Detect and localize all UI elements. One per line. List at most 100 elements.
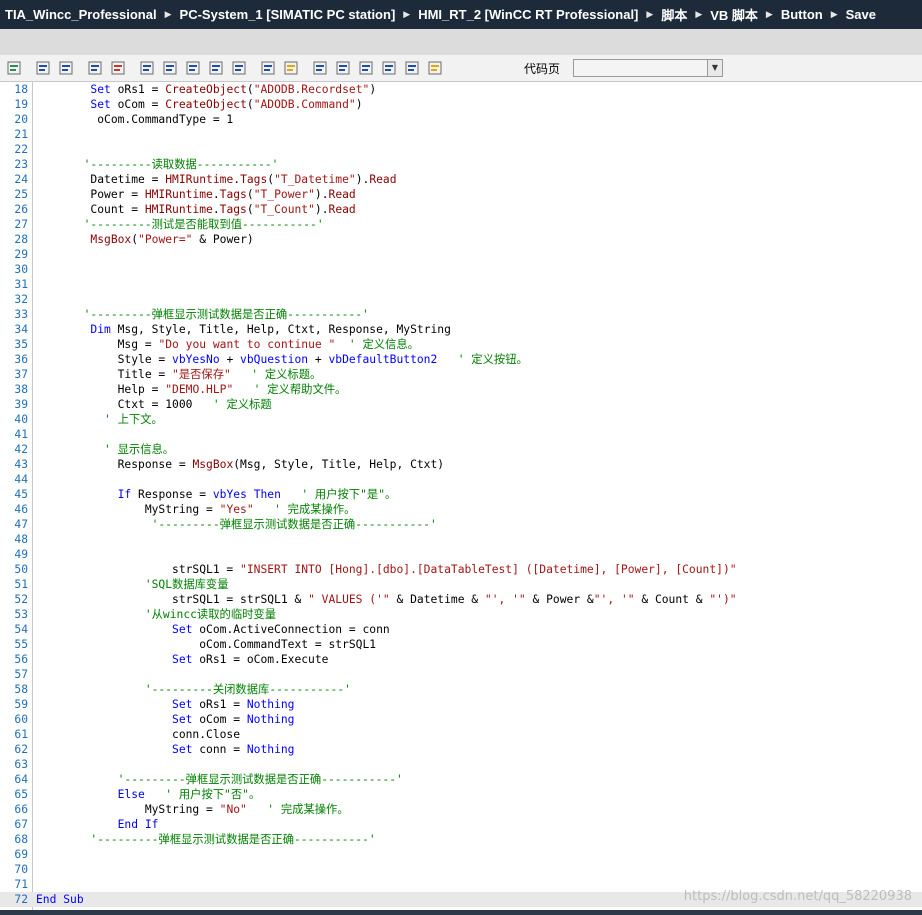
code-line[interactable]: 40 ' 上下文。 [0,412,922,427]
code-editor[interactable]: 18 Set oRs1 = CreateObject("ADODB.Record… [0,82,922,910]
code-line[interactable]: 62 Set conn = Nothing [0,742,922,757]
code-line[interactable]: 51 'SQL数据库变量 [0,577,922,592]
code-line[interactable]: 45 If Response = vbYes Then ' 用户按下"是"。 [0,487,922,502]
code-line[interactable]: 65 Else ' 用户按下"否"。 [0,787,922,802]
breadcrumb-item[interactable]: 脚本 [656,5,692,24]
code-line[interactable]: 39 Ctxt = 1000 ' 定义标题 [0,397,922,412]
line-number: 61 [14,728,28,741]
code-line[interactable]: 29 [0,247,922,262]
breadcrumb-separator-icon: ▶ [164,9,172,20]
export-icon[interactable] [333,58,353,78]
code-line[interactable]: 42 ' 显示信息。 [0,442,922,457]
code-line[interactable]: 70 [0,862,922,877]
code-line[interactable]: 48 [0,532,922,547]
clear-bookmarks-icon[interactable] [206,58,226,78]
code-line[interactable]: 22 [0,142,922,157]
code-line[interactable]: 63 [0,757,922,772]
table-icon[interactable] [310,58,330,78]
line-number: 24 [14,173,28,186]
breadcrumb-item[interactable]: HMI_RT_2 [WinCC RT Professional] [413,7,643,22]
code-line[interactable]: 47 '---------弹框显示测试数据是否正确-----------' [0,517,922,532]
code-line[interactable]: 24 Datetime = HMIRuntime.Tags("T_Datetim… [0,172,922,187]
code-line[interactable]: 21 [0,127,922,142]
codepage-select[interactable]: ▼ [573,59,723,77]
code-line[interactable]: 34 Dim Msg, Style, Title, Help, Ctxt, Re… [0,322,922,337]
chevron-down-icon[interactable]: ▼ [707,60,722,76]
line-text: Msg = "Do you want to continue " ' 定义信息。 [36,338,419,351]
line-number: 66 [14,803,28,816]
next-bookmark-icon[interactable] [183,58,203,78]
code-line[interactable]: 54 Set oCom.ActiveConnection = conn [0,622,922,637]
outdent-icon[interactable] [56,58,76,78]
code-line[interactable]: 66 MyString = "No" ' 完成某操作。 [0,802,922,817]
code-line[interactable]: 64 '---------弹框显示测试数据是否正确-----------' [0,772,922,787]
comment-icon[interactable] [229,58,249,78]
code-line[interactable]: 67 End If [0,817,922,832]
breadcrumb-item[interactable]: TIA_Wincc_Professional [0,7,162,22]
code-line[interactable]: 56 Set oRs1 = oCom.Execute [0,652,922,667]
code-line[interactable]: 52 strSQL1 = strSQL1 & " VALUES ('" & Da… [0,592,922,607]
highlight-icon[interactable] [281,58,301,78]
code-line[interactable]: 19 Set oCom = CreateObject("ADODB.Comman… [0,97,922,112]
breadcrumb-separator-icon: ▶ [695,9,703,20]
indent-icon[interactable] [33,58,53,78]
line-number: 42 [14,443,28,456]
code-line[interactable]: 41 [0,427,922,442]
list-icon[interactable] [85,58,105,78]
copy-icon[interactable] [402,58,422,78]
code-line[interactable]: 33 '---------弹框显示测试数据是否正确-----------' [0,307,922,322]
jump-icon[interactable] [108,58,128,78]
import-icon[interactable] [356,58,376,78]
code-line[interactable]: 38 Help = "DEMO.HLP" ' 定义帮助文件。 [0,382,922,397]
code-line[interactable]: 69 [0,847,922,862]
code-line[interactable]: 46 MyString = "Yes" ' 完成某操作。 [0,502,922,517]
line-number: 49 [14,548,28,561]
breadcrumb-item[interactable]: PC-System_1 [SIMATIC PC station] [175,7,401,22]
find-icon[interactable] [258,58,278,78]
code-line[interactable]: 26 Count = HMIRuntime.Tags("T_Count").Re… [0,202,922,217]
code-line[interactable]: 23 '---------读取数据-----------' [0,157,922,172]
line-number: 23 [14,158,28,171]
prev-bookmark-icon[interactable] [160,58,180,78]
code-line[interactable]: 31 [0,277,922,292]
line-text: Power = HMIRuntime.Tags("T_Power").Read [36,188,356,201]
code-line[interactable]: 36 Style = vbYesNo + vbQuestion + vbDefa… [0,352,922,367]
line-number: 68 [14,833,28,846]
code-line[interactable]: 30 [0,262,922,277]
code-line[interactable]: 35 Msg = "Do you want to continue " ' 定义… [0,337,922,352]
code-line[interactable]: 50 strSQL1 = "INSERT INTO [Hong].[dbo].[… [0,562,922,577]
check-syntax-icon[interactable] [4,58,24,78]
code-line[interactable]: 55 oCom.CommandText = strSQL1 [0,637,922,652]
code-line[interactable]: 27 '---------测试是否能取到值-----------' [0,217,922,232]
format-icon[interactable] [379,58,399,78]
code-line[interactable]: 44 [0,472,922,487]
bookmark-icon[interactable] [137,58,157,78]
breadcrumb-item[interactable]: Save [841,7,881,22]
line-number: 20 [14,113,28,126]
breadcrumb-item[interactable]: VB 脚本 [705,5,763,24]
code-line[interactable]: 20 oCom.CommandType = 1 [0,112,922,127]
line-number: 45 [14,488,28,501]
code-line[interactable]: 53 '从wincc读取的临时变量 [0,607,922,622]
code-line[interactable]: 58 '---------关闭数据库-----------' [0,682,922,697]
code-line[interactable]: 60 Set oCom = Nothing [0,712,922,727]
line-text: oCom.CommandText = strSQL1 [36,638,377,651]
settings-icon[interactable] [425,58,445,78]
code-line[interactable]: 28 MsgBox("Power=" & Power) [0,232,922,247]
line-text: Response = MsgBox(Msg, Style, Title, Hel… [36,458,445,471]
code-line[interactable]: 68 '---------弹框显示测试数据是否正确-----------' [0,832,922,847]
line-text: Set oCom = CreateObject("ADODB.Command") [90,98,363,111]
line-text: '---------弹框显示测试数据是否正确-----------' [151,518,437,531]
code-line[interactable]: 57 [0,667,922,682]
code-line[interactable]: 43 Response = MsgBox(Msg, Style, Title, … [0,457,922,472]
line-number: 40 [14,413,28,426]
code-line[interactable]: 25 Power = HMIRuntime.Tags("T_Power").Re… [0,187,922,202]
code-line[interactable]: 18 Set oRs1 = CreateObject("ADODB.Record… [0,82,922,97]
code-line[interactable]: 32 [0,292,922,307]
code-line[interactable]: 49 [0,547,922,562]
breadcrumb-item[interactable]: Button [776,7,828,22]
code-line[interactable]: 37 Title = "是否保存" ' 定义标题。 [0,367,922,382]
line-text: Help = "DEMO.HLP" ' 定义帮助文件。 [36,383,347,396]
code-line[interactable]: 59 Set oRs1 = Nothing [0,697,922,712]
code-line[interactable]: 61 conn.Close [0,727,922,742]
